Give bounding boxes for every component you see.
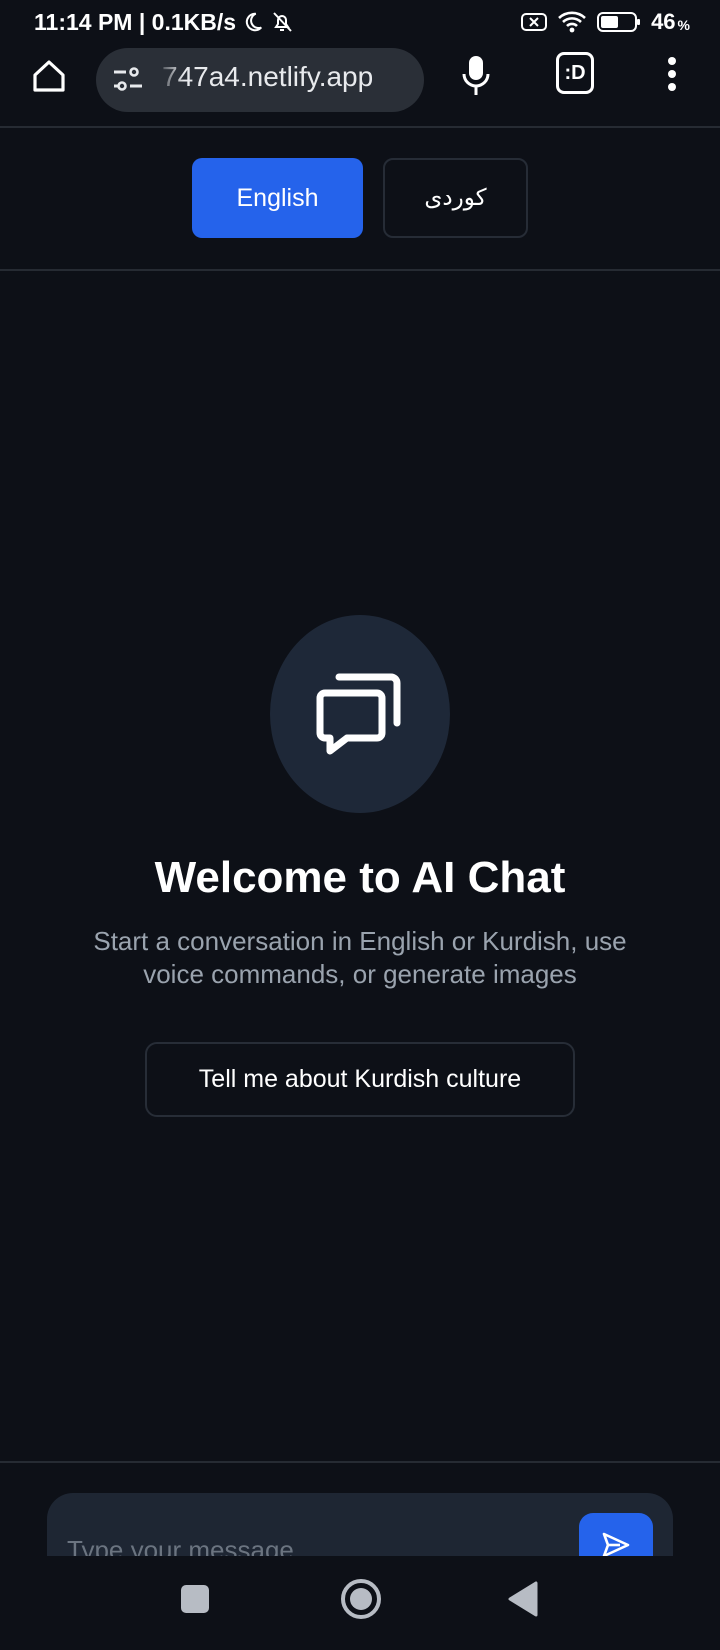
kurdish-language-button[interactable]: کوردی bbox=[383, 158, 528, 238]
welcome-subtitle: Start a conversation in English or Kurdi… bbox=[93, 926, 627, 989]
home-nav-button[interactable] bbox=[340, 1578, 382, 1620]
welcome-icon-circle bbox=[270, 615, 450, 813]
system-navigation-bar bbox=[0, 1556, 720, 1650]
welcome-title: Welcome to AI Chat bbox=[154, 853, 566, 902]
status-bar: 11:14 PM | 0.1KB/s 46 % bbox=[0, 0, 720, 44]
url-fade bbox=[156, 48, 184, 112]
bell-off-icon bbox=[270, 10, 294, 34]
suggestion-button[interactable]: Tell me about Kurdish culture bbox=[145, 1042, 575, 1117]
composer-divider bbox=[0, 1461, 720, 1463]
url-text[interactable]: 747a4.netlify.app bbox=[162, 61, 373, 93]
wifi-icon bbox=[557, 10, 587, 34]
battery-percent-unit: % bbox=[677, 17, 690, 33]
site-settings-icon[interactable] bbox=[112, 66, 144, 99]
browser-toolbar: 747a4.netlify.app :D bbox=[0, 44, 720, 126]
sim-off-icon bbox=[521, 12, 548, 32]
header-divider bbox=[0, 269, 720, 271]
tab-switcher-label: :D bbox=[564, 61, 586, 84]
english-language-button[interactable]: English bbox=[192, 158, 363, 238]
chat-bubbles-icon bbox=[315, 669, 405, 760]
recents-button[interactable] bbox=[178, 1582, 212, 1616]
tab-switcher-button[interactable]: :D bbox=[556, 52, 594, 94]
toolbar-divider bbox=[0, 126, 720, 128]
battery-icon bbox=[597, 11, 641, 33]
status-time-speed: 11:14 PM | 0.1KB/s bbox=[34, 8, 237, 35]
microphone-icon[interactable] bbox=[456, 48, 496, 104]
status-right: 46 % bbox=[521, 9, 690, 35]
home-icon[interactable] bbox=[28, 52, 70, 100]
back-button[interactable] bbox=[506, 1580, 540, 1618]
address-bar[interactable]: 747a4.netlify.app bbox=[96, 48, 424, 112]
status-left: 11:14 PM | 0.1KB/s bbox=[34, 9, 294, 36]
moon-icon bbox=[242, 11, 264, 33]
more-menu-icon[interactable] bbox=[660, 50, 684, 98]
screen: 11:14 PM | 0.1KB/s 46 % 747a4.netlify.ap… bbox=[0, 0, 720, 1650]
battery-percent: 46 bbox=[651, 9, 676, 34]
